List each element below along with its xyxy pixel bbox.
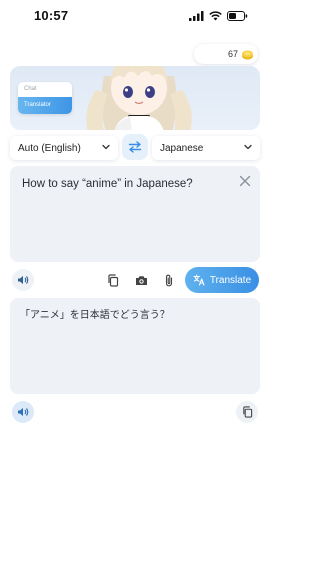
coin-icon [242,50,253,59]
source-text-card[interactable]: How to say “anime” in Japanese? [10,166,260,262]
translate-button-label: Translate [209,274,252,286]
source-language-label: Auto (English) [18,142,81,154]
swap-icon [128,141,142,153]
translation-text: 「アニメ」を日本語でどう言う？ [20,310,170,321]
close-icon[interactable] [238,174,252,188]
status-icons [189,11,248,21]
translation-toolbar [0,399,270,425]
speaker-icon [18,408,29,416]
target-language-select[interactable]: Japanese [152,136,260,160]
source-text[interactable]: How to say “anime” in Japanese? [22,176,232,192]
copy-icon [108,273,119,287]
attach-button[interactable] [160,271,178,289]
target-language-label: Japanese [160,142,204,154]
translate-button[interactable]: Translate [185,267,259,293]
battery-icon [227,11,248,21]
copy-source-button[interactable] [104,271,122,289]
status-time: 10:57 [34,8,69,23]
chevron-down-icon [102,144,110,150]
mode-chat-option[interactable]: Chat [18,82,72,97]
copy-translation-button[interactable] [236,401,258,423]
paperclip-icon [165,274,173,286]
hero-banner: Chat Translator [10,66,260,130]
coin-count: 67 [227,49,238,59]
speak-translation-button[interactable] [12,401,34,423]
mode-switch: Chat Translator [18,82,72,114]
coin-balance-badge[interactable]: 67 [194,44,258,64]
camera-icon [135,275,147,285]
speaker-icon [18,276,29,284]
source-toolbar: Translate [0,266,270,294]
swap-languages-button[interactable] [122,134,148,160]
translation-card: 「アニメ」を日本語でどう言う？ [10,298,260,394]
wifi-icon [209,11,222,21]
speak-source-button[interactable] [12,269,34,291]
status-bar: 10:57 [0,0,270,32]
source-language-select[interactable]: Auto (English) [10,136,118,160]
translate-icon [193,274,205,286]
anime-character-illustration [86,66,192,130]
camera-button[interactable] [132,271,150,289]
mode-translator-option[interactable]: Translator [18,97,72,114]
signal-icon [189,11,204,21]
chevron-down-icon [244,144,252,150]
copy-icon [242,406,252,418]
